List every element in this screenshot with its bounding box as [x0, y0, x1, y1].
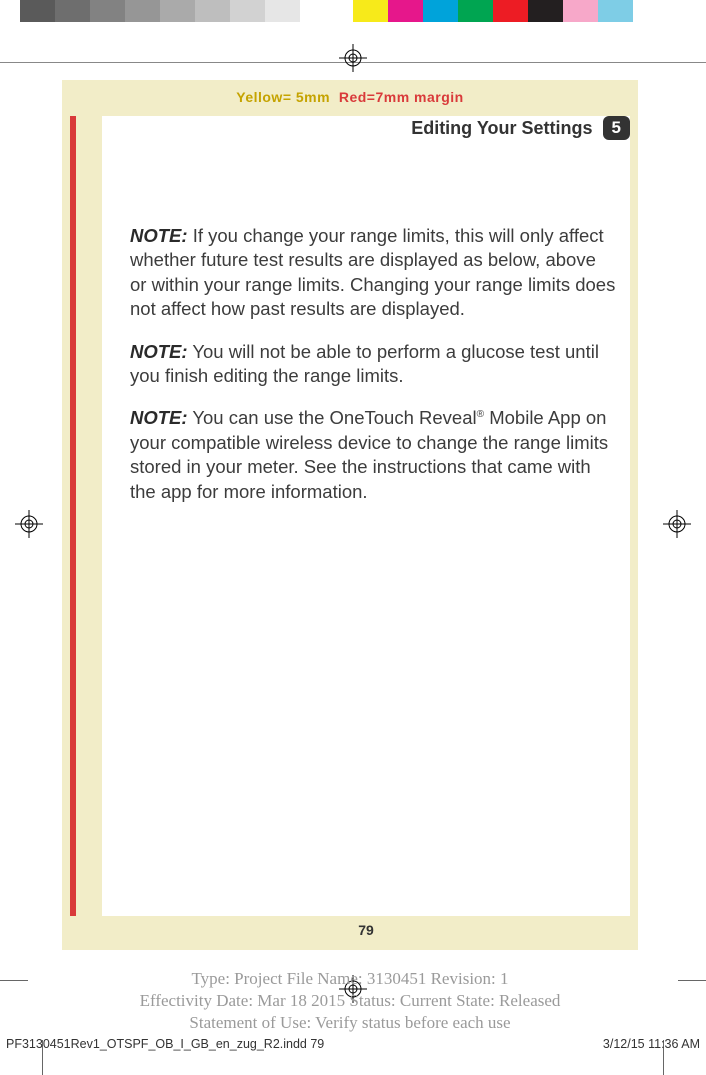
swatch: [20, 0, 55, 22]
swatch: [160, 0, 195, 22]
swatch: [458, 0, 493, 22]
page-number: 79: [102, 922, 630, 938]
registration-mark-icon: [663, 510, 691, 543]
crop-mark: [0, 980, 28, 981]
note-paragraph: NOTE: If you change your range limits, t…: [130, 224, 616, 322]
registration-mark-icon: [339, 44, 367, 77]
swatch: [195, 0, 230, 22]
color-calibration-bar: [0, 0, 706, 22]
registration-mark-icon: [15, 510, 43, 543]
bleed-area: Yellow= 5mm Red=7mm margin Editing Your …: [62, 80, 638, 950]
manual-page: Editing Your Settings 5 NOTE: If you cha…: [102, 116, 630, 916]
note-text: If you change your range limits, this wi…: [130, 225, 615, 319]
swatch: [125, 0, 160, 22]
swatch: [90, 0, 125, 22]
note-text: You will not be able to perform a glucos…: [130, 341, 599, 386]
swatch: [388, 0, 423, 22]
yellow-margin-label: Yellow= 5mm: [236, 89, 330, 105]
meta-line: Effectivity Date: Mar 18 2015 Status: Cu…: [62, 990, 638, 1012]
swatch: [493, 0, 528, 22]
margin-annotation: Yellow= 5mm Red=7mm margin: [62, 89, 638, 105]
swatch: [55, 0, 90, 22]
footer-timestamp: 3/12/15 11:36 AM: [603, 1037, 700, 1051]
note-paragraph: NOTE: You can use the OneTouch Reveal® M…: [130, 406, 616, 504]
document-metadata: Type: Project File Name: 3130451 Revisio…: [62, 968, 638, 1034]
swatch: [423, 0, 458, 22]
swatch: [563, 0, 598, 22]
meta-line: Statement of Use: Verify status before e…: [62, 1012, 638, 1034]
chapter-badge: 5: [603, 116, 630, 140]
swatch: [528, 0, 563, 22]
print-footer: PF3130451Rev1_OTSPF_OB_I_GB_en_zug_R2.in…: [0, 1037, 706, 1051]
red-margin-label: Red=7mm margin: [339, 89, 464, 105]
note-paragraph: NOTE: You will not be able to perform a …: [130, 340, 616, 389]
swatch: [300, 0, 335, 22]
page-header: Editing Your Settings 5: [411, 116, 630, 140]
swatch: [598, 0, 633, 22]
section-title: Editing Your Settings: [411, 118, 592, 139]
print-sheet: Yellow= 5mm Red=7mm margin Editing Your …: [0, 0, 706, 1075]
note-text: You can use the OneTouch Reveal® Mobile …: [130, 407, 608, 501]
swatch: [265, 0, 300, 22]
red-margin-bar: [70, 116, 76, 916]
footer-filename: PF3130451Rev1_OTSPF_OB_I_GB_en_zug_R2.in…: [6, 1037, 324, 1051]
swatch: [230, 0, 265, 22]
swatch: [353, 0, 388, 22]
meta-line: Type: Project File Name: 3130451 Revisio…: [62, 968, 638, 990]
page-body: NOTE: If you change your range limits, t…: [130, 224, 616, 522]
crop-mark: [678, 980, 706, 981]
